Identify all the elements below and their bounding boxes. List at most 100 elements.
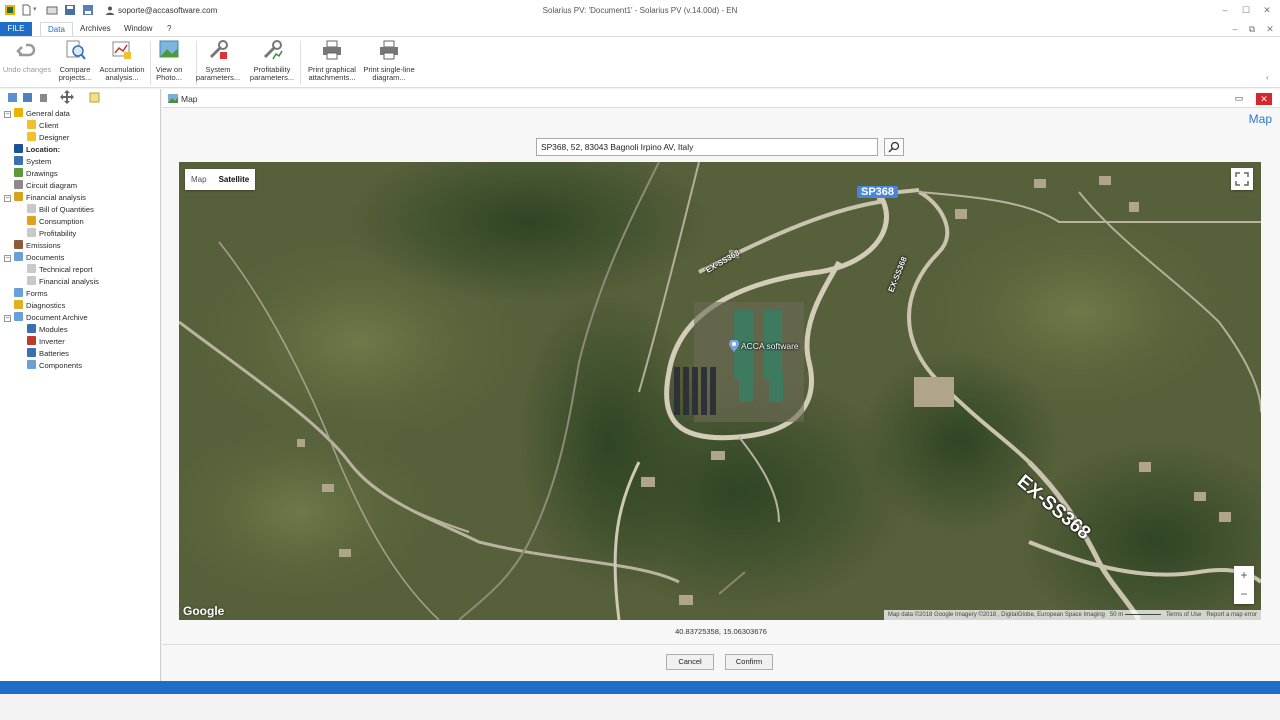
tree-technical-report[interactable]: Technical report bbox=[27, 264, 93, 276]
tree-node-icon bbox=[27, 132, 36, 141]
minimize-button[interactable]: – bbox=[1218, 4, 1232, 16]
project-tree-pane: − General data Client Designer Location: Syst… bbox=[0, 89, 161, 681]
map-type-satellite[interactable]: Satellite bbox=[213, 169, 256, 190]
tree-diagnostics[interactable]: Diagnostics bbox=[14, 300, 65, 312]
map-close-button[interactable]: ✕ bbox=[1256, 93, 1272, 105]
tree-node-label: Forms bbox=[26, 289, 48, 298]
tree-node-icon bbox=[27, 336, 36, 345]
tree-client[interactable]: Client bbox=[27, 120, 58, 132]
location-marker[interactable]: ACCA software bbox=[729, 340, 799, 352]
mdi-minimize-button[interactable]: – bbox=[1228, 23, 1242, 35]
tree-node-label: System bbox=[26, 157, 52, 166]
tree-node-icon bbox=[14, 168, 23, 177]
tree-bill-of-quantities[interactable]: Bill of Quantities bbox=[27, 204, 94, 216]
tree-node-label: Financial analysis bbox=[39, 277, 99, 286]
tab-file[interactable]: FILE bbox=[0, 22, 32, 36]
mdi-close-button[interactable]: ✕ bbox=[1263, 23, 1277, 35]
ribbon-collapse-icon[interactable]: ‹ bbox=[1266, 73, 1269, 82]
tree-node-label: Location: bbox=[26, 145, 61, 154]
title-bar: ▾ soporte@accasoftware.com Solarius PV: … bbox=[0, 0, 1280, 22]
tree-location[interactable]: Location: bbox=[14, 144, 60, 156]
tree-general-data[interactable]: General data bbox=[14, 108, 70, 120]
tree-financial-analysis[interactable]: Financial analysis bbox=[14, 192, 86, 204]
tree-node-label: Designer bbox=[39, 133, 70, 142]
mdi-restore-button[interactable]: ⧉ bbox=[1245, 23, 1259, 35]
tree-document-archive[interactable]: Document Archive bbox=[14, 312, 88, 324]
tree-expander-icon[interactable]: − bbox=[4, 111, 11, 118]
zoom-out-button[interactable]: − bbox=[1234, 585, 1254, 604]
google-logo: Google bbox=[183, 604, 225, 618]
tree-node-label: Profitability bbox=[39, 229, 77, 238]
tab-data[interactable]: Data bbox=[40, 22, 73, 36]
print-single-line-diagram-button[interactable]: Print single-line diagram... bbox=[359, 39, 419, 82]
tree-expander-icon[interactable]: − bbox=[4, 195, 11, 202]
tree-circuit-diagram[interactable]: Circuit diagram bbox=[14, 180, 77, 192]
tree-node-icon bbox=[27, 360, 36, 369]
print-graphical-label-2: attachments... bbox=[308, 73, 356, 82]
tree-node-label: Emissions bbox=[26, 241, 61, 250]
collapse-all-icon[interactable] bbox=[22, 92, 33, 103]
print-graphical-attachments-button[interactable]: Print graphical attachments... bbox=[302, 39, 362, 82]
tree-documents[interactable]: Documents bbox=[14, 252, 64, 264]
tree-node-label: Bill of Quantities bbox=[39, 205, 94, 214]
restore-button[interactable]: ☐ bbox=[1239, 4, 1253, 16]
address-search-input[interactable] bbox=[536, 138, 878, 156]
address-search-button[interactable] bbox=[884, 138, 904, 156]
profitability-parameters-button[interactable]: Profitability parameters... bbox=[242, 39, 302, 82]
tree-financial-analysis-doc[interactable]: Financial analysis bbox=[27, 276, 99, 288]
tree-batteries[interactable]: Batteries bbox=[27, 348, 69, 360]
tree-emissions[interactable]: Emissions bbox=[14, 240, 61, 252]
photo-icon bbox=[159, 40, 179, 58]
move-icon[interactable] bbox=[59, 90, 75, 104]
map-type-map[interactable]: Map bbox=[185, 169, 213, 190]
tree-designer[interactable]: Designer bbox=[27, 132, 69, 144]
undo-icon bbox=[16, 43, 36, 57]
tree-node-icon bbox=[14, 144, 23, 153]
ribbon: Undo changes Compare projects... Accumul… bbox=[0, 36, 1280, 88]
map-maximize-button[interactable]: ▭ bbox=[1234, 93, 1244, 103]
report-error-link[interactable]: Report a map error bbox=[1206, 612, 1257, 618]
tree-node-icon bbox=[27, 324, 36, 333]
zoom-in-button[interactable]: + bbox=[1234, 566, 1254, 585]
tree-expander-icon[interactable]: − bbox=[4, 255, 11, 262]
tab-archives[interactable]: Archives bbox=[73, 22, 118, 36]
accumulation-icon bbox=[112, 41, 131, 59]
profitability-label-2: parameters... bbox=[249, 73, 295, 82]
cancel-button[interactable]: Cancel bbox=[666, 654, 714, 670]
tree-node-label: General data bbox=[26, 109, 70, 118]
tree-modules[interactable]: Modules bbox=[27, 324, 68, 336]
tree-components[interactable]: Components bbox=[27, 360, 82, 372]
print-single-line-label-2: diagram... bbox=[372, 73, 406, 82]
attribution-text: Map data ©2018 Google Imagery ©2018 , Di… bbox=[887, 612, 1105, 618]
tree-drawings[interactable]: Drawings bbox=[14, 168, 58, 180]
tree-profitability[interactable]: Profitability bbox=[27, 228, 76, 240]
zoom-control: + − bbox=[1234, 566, 1254, 604]
tree-node-icon bbox=[14, 156, 23, 165]
fullscreen-button[interactable] bbox=[1231, 168, 1253, 190]
delete-icon[interactable] bbox=[38, 92, 49, 103]
terms-link[interactable]: Terms of Use bbox=[1166, 612, 1201, 618]
tree-expander-icon[interactable]: − bbox=[4, 315, 11, 322]
tree-system[interactable]: System bbox=[14, 156, 51, 168]
tree-node-icon bbox=[27, 264, 36, 273]
properties-icon[interactable] bbox=[89, 92, 100, 103]
tree-node-icon bbox=[14, 300, 23, 309]
tree-node-label: Consumption bbox=[39, 217, 84, 226]
confirm-button[interactable]: Confirm bbox=[725, 654, 773, 670]
close-button[interactable]: ✕ bbox=[1260, 4, 1274, 16]
search-icon bbox=[888, 141, 900, 153]
expand-all-icon[interactable] bbox=[7, 92, 18, 103]
satellite-map[interactable]: Map Satellite SP368 EX-SS368 EX-SS368 EX… bbox=[179, 162, 1261, 620]
system-parameters-button[interactable]: System parameters... bbox=[188, 39, 248, 82]
tab-window[interactable]: Window bbox=[117, 22, 159, 36]
taskbar-area bbox=[0, 694, 1280, 720]
scale-bar bbox=[1124, 611, 1161, 615]
tree-inverter[interactable]: Inverter bbox=[27, 336, 65, 348]
tree-consumption[interactable]: Consumption bbox=[27, 216, 84, 228]
tree-node-icon bbox=[14, 192, 23, 201]
scale-label: 50 m bbox=[1109, 612, 1124, 618]
tree-node-icon bbox=[14, 108, 23, 117]
tab-help[interactable]: ? bbox=[160, 22, 178, 36]
tree-forms[interactable]: Forms bbox=[14, 288, 48, 300]
compare-icon bbox=[66, 40, 86, 60]
